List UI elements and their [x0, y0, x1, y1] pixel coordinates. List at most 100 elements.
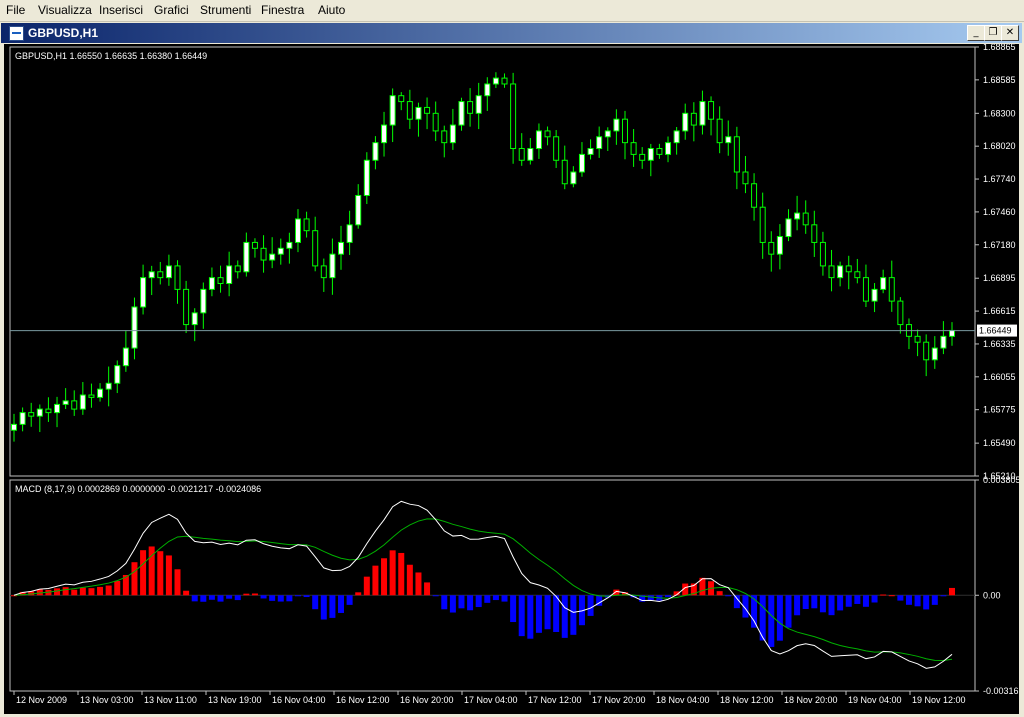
price-tick-label: 1.68865 [983, 44, 1016, 52]
macd-histogram-bar [286, 595, 293, 602]
candle-body [294, 218, 301, 243]
time-tick-label: 13 Nov 19:00 [208, 695, 262, 705]
candle-body [510, 83, 517, 150]
candle-body [441, 130, 448, 144]
candle-body [561, 159, 568, 185]
candle-body [36, 408, 43, 417]
macd-histogram-bar [389, 550, 396, 596]
macd-histogram-bar [88, 588, 95, 596]
macd-histogram-bar [458, 595, 465, 609]
candle-body [97, 388, 104, 398]
macd-histogram-bar [854, 595, 861, 604]
candle-body [131, 306, 138, 349]
candle-body [828, 265, 835, 279]
chart-svg[interactable]: 1.68865 1.68585 1.68300 1.68020 1.67740 1.674… [4, 44, 1019, 714]
time-tick-label: 13 Nov 03:00 [80, 695, 134, 705]
menu-file[interactable]: File [6, 3, 25, 17]
macd-histogram-bar [338, 595, 345, 613]
candle-body [716, 118, 723, 144]
macd-histogram-bar [131, 562, 138, 596]
macd-histogram-bar [200, 595, 207, 602]
macd-histogram-bar [71, 589, 78, 596]
chart-canvas[interactable]: 1.68865 1.68585 1.68300 1.68020 1.67740 1.674… [4, 44, 1019, 714]
time-tick-label: 16 Nov 12:00 [336, 695, 390, 705]
candle-body [140, 277, 147, 308]
candle-body [398, 95, 405, 103]
macd-main-line [13, 500, 953, 669]
candle-body [578, 153, 585, 173]
candle-body [226, 265, 233, 285]
candle-body [785, 218, 792, 238]
macd-histogram-bar [174, 569, 181, 596]
candle-body [553, 136, 560, 161]
macd-histogram-bar [424, 582, 431, 596]
candle-body [269, 253, 276, 261]
candle-body [819, 241, 826, 267]
macd-histogram-bar [114, 580, 121, 596]
price-tick-label: 1.68020 [983, 141, 1016, 151]
candle-body [544, 130, 551, 138]
menu-grafici[interactable]: Grafici [154, 3, 189, 17]
macd-histogram-bar [905, 595, 912, 605]
candle-body [492, 77, 499, 85]
candle-body [79, 394, 86, 410]
time-tick-label: 17 Nov 12:00 [528, 695, 582, 705]
time-tick-label: 13 Nov 11:00 [144, 695, 197, 705]
chart-window-titlebar[interactable]: GBPUSD,H1 _ ❐ ✕ [1, 23, 1022, 43]
candle-body [372, 142, 379, 161]
candle-body [940, 335, 947, 349]
restore-button[interactable]: ❐ [984, 25, 1002, 41]
macd-histogram-bar [157, 551, 164, 596]
candle-body [243, 241, 250, 273]
price-tick-label: 1.68300 [983, 108, 1016, 118]
macd-histogram-bar [346, 595, 353, 605]
candle-body [725, 136, 732, 144]
macd-histogram-bar [837, 595, 844, 611]
candle-body [854, 271, 861, 279]
macd-histogram-bar [587, 595, 594, 616]
candle-body [88, 394, 95, 398]
time-tick-label: 18 Nov 04:00 [656, 695, 710, 705]
candle-body [742, 171, 749, 185]
candle-body [690, 112, 697, 126]
macd-histogram-bar [381, 558, 388, 596]
macd-histogram-bar [105, 585, 112, 596]
candle-body [527, 148, 534, 161]
macd-histogram-bar [372, 565, 379, 596]
menu-finestra[interactable]: Finestra [261, 3, 304, 17]
candle-body [122, 347, 129, 367]
macd-histogram-bar [794, 595, 801, 616]
macd-histogram-bar [544, 595, 551, 630]
menu-visualizza[interactable]: Visualizza [38, 3, 92, 17]
macd-header-label: MACD (8,17,9) 0.0002869 0.0000000 -0.002… [15, 484, 261, 494]
candle-body [699, 101, 706, 126]
macd-histogram-bar [492, 595, 499, 601]
candle-body [329, 253, 336, 279]
time-tick-label: 19 Nov 12:00 [912, 695, 966, 705]
candle-body [837, 265, 844, 279]
time-tick-label: 18 Nov 20:00 [784, 695, 838, 705]
minimize-button[interactable]: _ [967, 25, 985, 41]
time-tick-label: 12 Nov 2009 [16, 695, 67, 705]
window-title: GBPUSD,H1 [28, 26, 99, 40]
candle-body [647, 148, 654, 161]
menu-strumenti[interactable]: Strumenti [200, 3, 251, 17]
close-button[interactable]: ✕ [1001, 25, 1019, 41]
candle-body [673, 130, 680, 144]
macd-histogram-bar [561, 595, 568, 638]
macd-histogram-bar [510, 595, 517, 623]
macd-histogram-bar [251, 593, 258, 596]
macd-histogram-bar [501, 595, 508, 602]
candle-body [208, 277, 215, 290]
candle-body [888, 277, 895, 302]
candle-body [871, 288, 878, 302]
candle-body [613, 118, 620, 132]
macd-histogram-bar [716, 591, 723, 596]
macd-histogram-bar [329, 595, 336, 618]
macd-histogram-bar [475, 595, 482, 608]
macd-histogram-bar [226, 595, 233, 599]
menu-inserisci[interactable]: Inserisci [99, 3, 143, 17]
menu-aiuto[interactable]: Aiuto [318, 3, 345, 17]
candle-body [148, 271, 155, 279]
candle-body [475, 95, 482, 114]
